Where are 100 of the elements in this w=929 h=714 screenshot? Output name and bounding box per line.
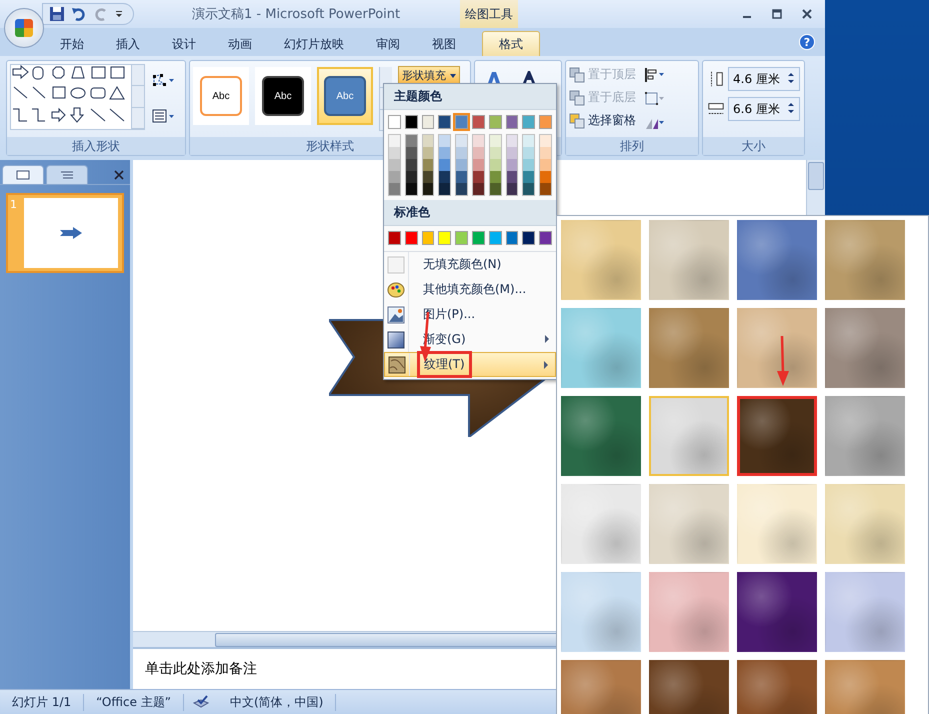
color-swatch[interactable] (422, 135, 434, 147)
color-swatch[interactable] (422, 171, 434, 183)
ribbon-tab[interactable]: 格式 (482, 31, 540, 56)
color-swatch[interactable] (404, 115, 418, 129)
style-preview[interactable]: Abc (193, 67, 249, 125)
texture-swatch[interactable] (737, 572, 817, 652)
color-swatch[interactable] (439, 135, 450, 147)
menu-item[interactable]: 无填充颜色(N) (384, 252, 556, 277)
group-icon[interactable] (644, 91, 666, 107)
texture-swatch[interactable] (825, 308, 905, 388)
color-swatch[interactable] (389, 171, 400, 183)
ribbon-tab[interactable]: 开始 (46, 32, 98, 56)
color-swatch[interactable] (388, 231, 401, 245)
color-swatch[interactable] (439, 171, 450, 183)
texture-swatch[interactable] (737, 396, 817, 476)
color-swatch[interactable] (422, 231, 434, 245)
color-swatch[interactable] (523, 159, 534, 171)
menu-item[interactable]: 纹理(T) (384, 352, 556, 377)
color-swatch[interactable] (540, 159, 551, 171)
color-swatch[interactable] (422, 183, 434, 195)
color-swatch[interactable] (506, 159, 518, 171)
texture-swatch[interactable] (737, 220, 817, 300)
color-swatch[interactable] (389, 147, 400, 159)
color-swatch[interactable] (406, 135, 417, 147)
color-swatch[interactable] (539, 231, 552, 245)
color-swatch[interactable] (455, 231, 468, 245)
ribbon-tab[interactable]: 动画 (214, 32, 266, 56)
color-swatch[interactable] (456, 171, 467, 183)
help-button[interactable]: ? (799, 34, 815, 50)
arrange-button[interactable]: 选择窗格 (569, 112, 636, 129)
color-swatch[interactable] (472, 183, 484, 195)
color-swatch[interactable] (389, 135, 400, 147)
color-swatch[interactable] (522, 115, 536, 129)
color-swatch[interactable] (522, 231, 536, 245)
color-swatch[interactable] (540, 135, 551, 147)
color-swatch[interactable] (438, 115, 452, 129)
texture-swatch[interactable] (737, 484, 817, 564)
ribbon-tab[interactable]: 视图 (418, 32, 470, 56)
ribbon-tab[interactable]: 设计 (158, 32, 210, 56)
close-icon[interactable] (801, 8, 813, 20)
color-swatch[interactable] (490, 183, 501, 195)
customize-icon[interactable] (115, 10, 123, 18)
color-swatch[interactable] (488, 231, 502, 245)
menu-item[interactable]: 其他填充颜色(M)... (384, 277, 556, 302)
style-preview[interactable]: Abc (317, 67, 373, 125)
ribbon-tab[interactable]: 审阅 (362, 32, 414, 56)
color-swatch[interactable] (406, 159, 417, 171)
notes-text[interactable]: 单击此处添加备注 (145, 660, 257, 678)
spinner-arrows-icon[interactable] (787, 100, 795, 114)
color-swatch[interactable] (488, 115, 502, 129)
color-swatch[interactable] (406, 171, 417, 183)
color-swatch[interactable] (523, 135, 534, 147)
color-swatch[interactable] (490, 135, 501, 147)
color-swatch[interactable] (506, 147, 518, 159)
color-swatch[interactable] (472, 135, 484, 147)
color-swatch[interactable] (389, 183, 400, 195)
texture-swatch[interactable] (825, 396, 905, 476)
texture-swatch[interactable] (825, 484, 905, 564)
color-swatch[interactable] (455, 115, 468, 129)
color-swatch[interactable] (506, 231, 518, 245)
color-swatch[interactable] (472, 231, 485, 245)
size-field[interactable]: 4.6 厘米 (728, 67, 800, 91)
color-swatch[interactable] (406, 147, 417, 159)
texture-swatch[interactable] (737, 308, 817, 388)
style-preview[interactable]: Abc (255, 67, 311, 125)
color-swatch[interactable] (456, 147, 467, 159)
spell-check-icon[interactable] (192, 695, 210, 709)
shapes-gallery[interactable] (10, 64, 145, 130)
color-swatch[interactable] (439, 183, 450, 195)
text-box-icon[interactable] (151, 108, 175, 124)
maximize-icon[interactable] (771, 8, 783, 20)
color-swatch[interactable] (506, 115, 518, 129)
color-swatch[interactable] (506, 135, 518, 147)
color-swatch[interactable] (456, 183, 467, 195)
color-swatch[interactable] (472, 147, 484, 159)
color-swatch[interactable] (456, 135, 467, 147)
texture-swatch[interactable] (649, 484, 729, 564)
color-swatch[interactable] (540, 183, 551, 195)
texture-swatch[interactable] (649, 396, 729, 476)
color-swatch[interactable] (439, 159, 450, 171)
color-swatch[interactable] (506, 171, 518, 183)
color-swatch[interactable] (404, 231, 418, 245)
color-swatch[interactable] (389, 159, 400, 171)
color-swatch[interactable] (422, 147, 434, 159)
texture-swatch[interactable] (649, 308, 729, 388)
texture-swatch[interactable] (561, 484, 641, 564)
color-swatch[interactable] (523, 147, 534, 159)
undo-icon[interactable] (71, 6, 87, 22)
ribbon-tab[interactable]: 幻灯片放映 (270, 32, 358, 56)
color-swatch[interactable] (539, 115, 552, 129)
edit-shape-icon[interactable] (151, 72, 175, 88)
color-swatch[interactable] (422, 115, 434, 129)
align-icon[interactable] (644, 67, 666, 83)
texture-swatch[interactable] (561, 308, 641, 388)
color-swatch[interactable] (406, 183, 417, 195)
slides-tab[interactable] (2, 165, 44, 184)
color-swatch[interactable] (422, 159, 434, 171)
spinner-arrows-icon[interactable] (787, 70, 795, 84)
color-swatch[interactable] (490, 147, 501, 159)
color-swatch[interactable] (523, 183, 534, 195)
